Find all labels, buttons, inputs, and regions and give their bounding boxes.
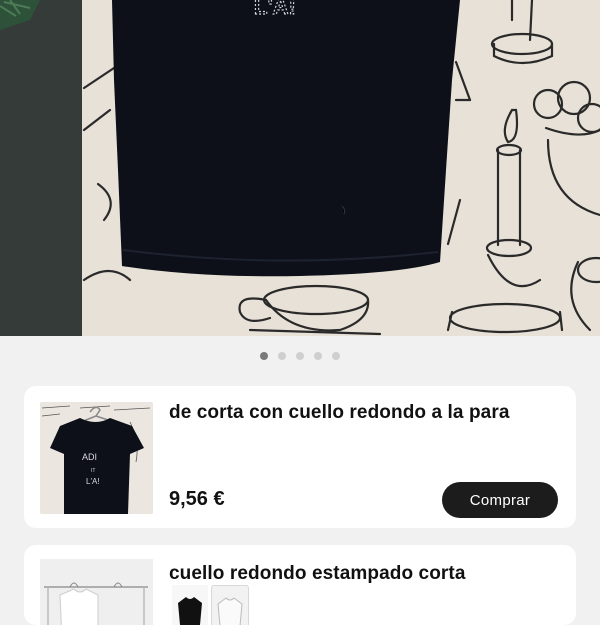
product-card[interactable]: ADI IT L'A! de corta con cuello redondo … xyxy=(24,386,576,528)
carousel-dot-4[interactable] xyxy=(314,352,322,360)
carousel-dot-5[interactable] xyxy=(332,352,340,360)
product-price: 9,56 € xyxy=(169,488,225,510)
product-card[interactable]: cuello redondo estampado corta xyxy=(24,545,576,625)
product-thumbnail[interactable]: ADI IT L'A! xyxy=(40,402,153,514)
tshirt-thumbnail-image: ADI IT L'A! xyxy=(40,402,153,514)
thumb-print-line-3: L'A! xyxy=(86,477,100,486)
product-title[interactable]: cuello redondo estampado corta xyxy=(169,563,564,585)
white-shirt-swatch xyxy=(217,597,243,625)
color-swatch-black[interactable] xyxy=(172,585,208,625)
black-shirt-swatch xyxy=(178,597,202,625)
image-carousel-dots xyxy=(0,352,600,360)
product-thumbnail[interactable] xyxy=(40,559,153,625)
carousel-dot-2[interactable] xyxy=(278,352,286,360)
product-main-image[interactable]: L'A! xyxy=(0,0,600,336)
color-swatch-white[interactable] xyxy=(211,585,249,625)
carousel-dot-1[interactable] xyxy=(260,352,268,360)
product-title[interactable]: de corta con cuello redondo a la para xyxy=(169,402,564,424)
clothing-rack-image xyxy=(40,559,153,625)
buy-button[interactable]: Comprar xyxy=(442,482,558,518)
shirt-print-text: L'A! xyxy=(254,0,296,19)
tshirt-photo: L'A! xyxy=(0,0,600,336)
carousel-dot-3[interactable] xyxy=(296,352,304,360)
thumb-print-line-2: IT xyxy=(91,468,95,474)
thumb-print-line-1: ADI xyxy=(82,452,97,462)
